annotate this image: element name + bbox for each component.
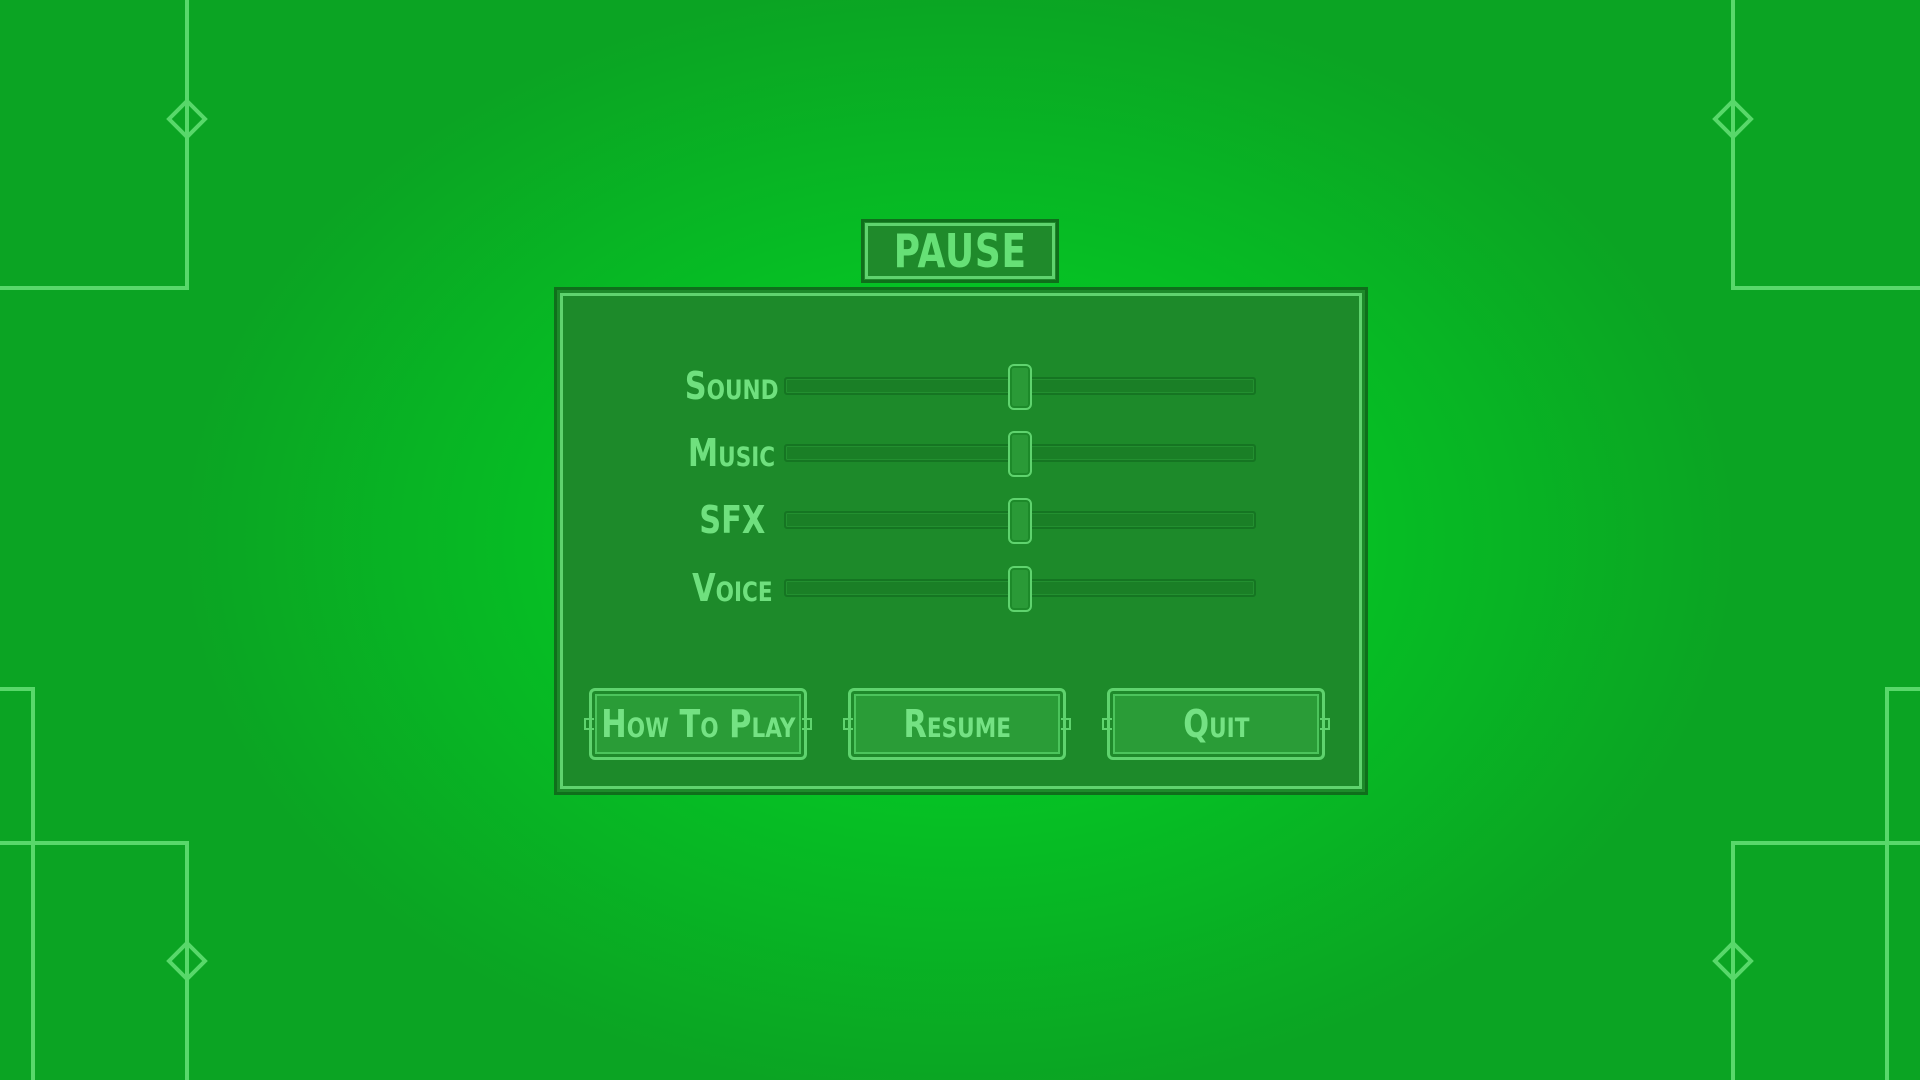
sfx-slider-row: SFX [557,490,1371,550]
sfx-slider-track[interactable] [784,498,1256,544]
corner-frame-top-right [1712,0,1920,290]
sound-slider-track[interactable] [784,364,1256,410]
resume-label: Resume [903,702,1011,746]
pause-title-tab: PAUSE [861,219,1059,283]
corner-frame-bottom-left [0,687,208,1080]
voice-slider-handle[interactable] [1008,566,1032,612]
corner-frame-bottom-right [1712,687,1920,1080]
how-to-play-button[interactable]: How To Play [584,688,812,760]
voice-slider-row: Voice [557,558,1371,618]
how-to-play-label: How To Play [600,702,796,746]
sfx-slider-handle[interactable] [1008,498,1032,544]
music-slider-row: Music [557,423,1371,483]
sound-slider-handle[interactable] [1008,364,1032,410]
music-slider-track[interactable] [784,431,1256,477]
voice-slider-track[interactable] [784,566,1256,612]
corner-frame-top-left [0,0,208,290]
pause-screen: PAUSE Sound Music SFX Voice How To Play … [0,0,1920,1080]
pause-panel: Sound Music SFX Voice How To Play Resume… [554,287,1368,795]
sound-slider-row: Sound [557,356,1371,416]
quit-button[interactable]: Quit [1102,688,1330,760]
quit-label: Quit [1182,702,1250,746]
resume-button[interactable]: Resume [843,688,1071,760]
music-slider-handle[interactable] [1008,431,1032,477]
pause-title: PAUSE [893,224,1027,278]
